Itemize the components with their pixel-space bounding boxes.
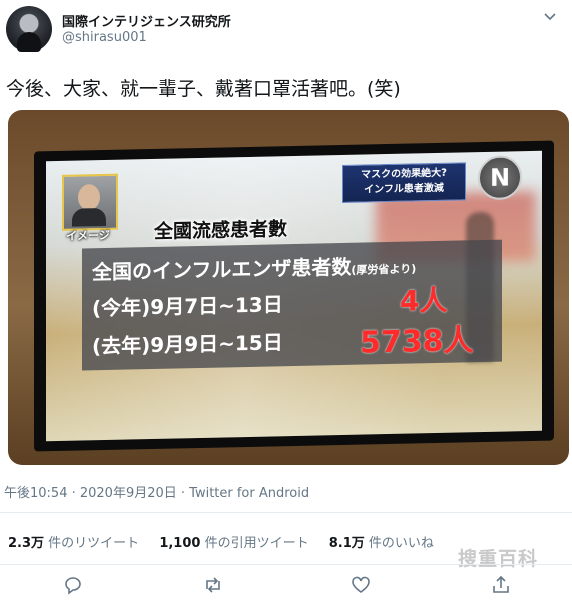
tweet-timestamp[interactable]: 午後10:54 · 2020年9月20日 · Twitter for Andro… [4, 482, 309, 501]
tweet-actions [0, 570, 572, 600]
chevron-down-icon[interactable] [542, 8, 558, 28]
reply-icon[interactable] [62, 574, 84, 596]
display-name[interactable]: 国際インテリジェンス研究所 [62, 11, 231, 30]
channel-logo: N [478, 155, 522, 201]
tv-screen: イメージ マスクの効果絶大? インフル患者激減 N 全國流感患者數 全国のインフ… [46, 150, 542, 442]
share-icon[interactable] [490, 574, 512, 596]
tv-frame: イメージ マスクの効果絶大? インフル患者激減 N 全國流感患者數 全国のインフ… [34, 140, 554, 452]
tweet-photo[interactable]: イメージ マスクの効果絶大? インフル患者激減 N 全國流感患者數 全国のインフ… [8, 110, 569, 465]
info-title: 全国のインフルエンザ患者数 [92, 254, 352, 285]
info-box: 全国のインフルエンザ患者数(厚労省より) (今年)9月7日~13日 (去年)9月… [82, 239, 502, 371]
like-count: 8.1万 [328, 536, 365, 551]
info-row-title: 全国のインフルエンザ患者数(厚労省より) [92, 249, 416, 285]
banner-line-1: マスクの効果絶大? [361, 167, 447, 181]
tweet-stats: 2.3万 件のリツイート 1,100 件の引用ツイート 8.1万 件のいいね [8, 532, 450, 551]
thumbnail-label: イメージ [66, 228, 110, 243]
tweet-header: 国際インテリジェンス研究所 @shirasu001 [0, 0, 572, 62]
thumbnail-image [62, 173, 118, 231]
divider [0, 564, 572, 565]
like-stat[interactable]: 8.1万 件のいいね [329, 536, 434, 551]
info-row-last-year: (去年)9月9日~15日 [92, 330, 283, 359]
retweet-count: 2.3万 [8, 536, 45, 551]
overlay-title: 全國流感患者數 [154, 218, 288, 243]
retweet-stat[interactable]: 2.3万 件のリツイート [8, 536, 139, 551]
divider [0, 512, 572, 513]
banner-line-2: インフル患者激減 [364, 182, 444, 196]
info-source-note: (厚労省より) [351, 262, 417, 277]
like-icon[interactable] [350, 574, 372, 596]
this-year-count: 4人 [400, 283, 448, 318]
avatar[interactable] [6, 6, 52, 52]
news-banner: マスクの効果絶大? インフル患者激減 [342, 162, 466, 203]
like-label: 件のいいね [368, 536, 434, 551]
quote-count: 1,100 [159, 536, 201, 551]
last-year-count: 5738人 [360, 323, 474, 361]
quote-stat[interactable]: 1,100 件の引用ツイート [159, 536, 308, 551]
info-row-this-year: (今年)9月7日~13日 [92, 292, 283, 321]
tweet-text: 今後、大家、就一輩子、戴著口罩活著吧。(笑) [6, 78, 401, 100]
user-handle[interactable]: @shirasu001 [62, 30, 147, 45]
quote-label: 件の引用ツイート [204, 536, 309, 551]
watermark: 搜重百科 [458, 548, 539, 570]
retweet-icon[interactable] [202, 574, 224, 596]
retweet-label: 件のリツイート [48, 536, 140, 551]
